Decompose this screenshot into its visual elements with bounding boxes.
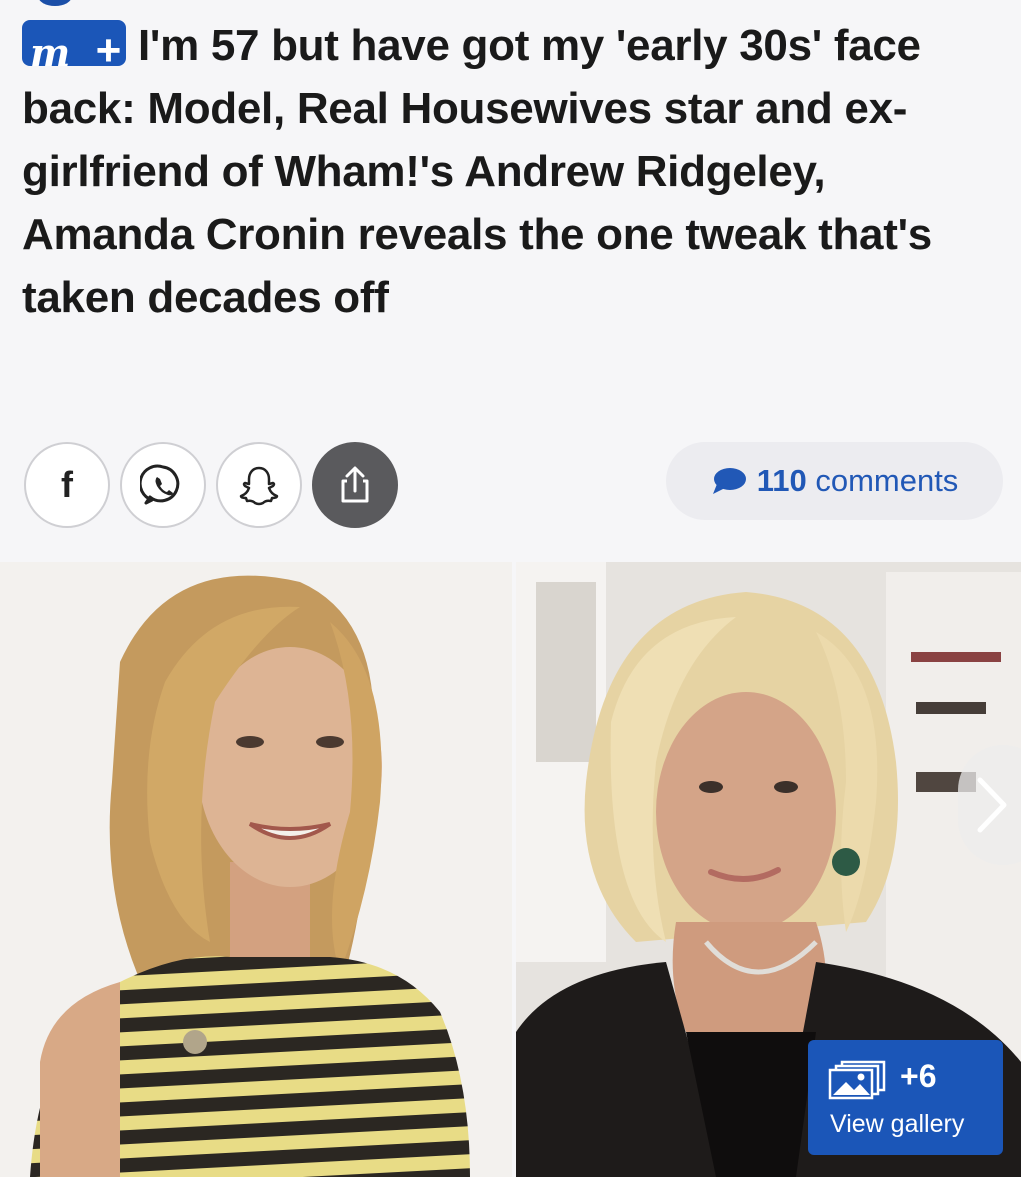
brand-dot: [38, 0, 72, 6]
share-row: f: [24, 442, 398, 528]
share-button[interactable]: [312, 442, 398, 528]
comments-label: 110 comments: [757, 463, 959, 499]
gallery-icon: [828, 1060, 886, 1100]
headline: m + I'm 57 but have got my 'early 30s' fa…: [22, 14, 997, 329]
photo-before: [0, 562, 512, 1177]
whatsapp-share-button[interactable]: [120, 442, 206, 528]
headline-text: I'm 57 but have got my 'early 30s' face …: [22, 21, 932, 322]
share-icon: [341, 466, 369, 503]
comments-button[interactable]: 110 comments: [666, 442, 1003, 520]
chevron-right-icon: [977, 777, 1007, 833]
mail-plus-badge: m +: [22, 20, 126, 75]
view-gallery-button[interactable]: +6 View gallery: [808, 1040, 1003, 1155]
comments-word: comments: [815, 463, 959, 498]
carousel-next-button[interactable]: [958, 745, 1021, 865]
article-header: m + I'm 57 but have got my 'early 30s' fa…: [0, 0, 1021, 560]
badge-m: m: [30, 30, 70, 75]
photo-before-image: [0, 562, 512, 1177]
whatsapp-icon: [140, 464, 180, 505]
comments-count: 110: [756, 463, 807, 498]
gallery-label: View gallery: [830, 1110, 965, 1138]
gallery-count: +6: [900, 1058, 937, 1094]
badge-plus: +: [95, 26, 122, 75]
snapchat-icon: [239, 466, 279, 506]
facebook-share-button[interactable]: f: [24, 442, 110, 528]
snapchat-share-button[interactable]: [216, 442, 302, 528]
speech-bubble-icon: [712, 468, 746, 494]
facebook-icon: f: [61, 464, 73, 505]
